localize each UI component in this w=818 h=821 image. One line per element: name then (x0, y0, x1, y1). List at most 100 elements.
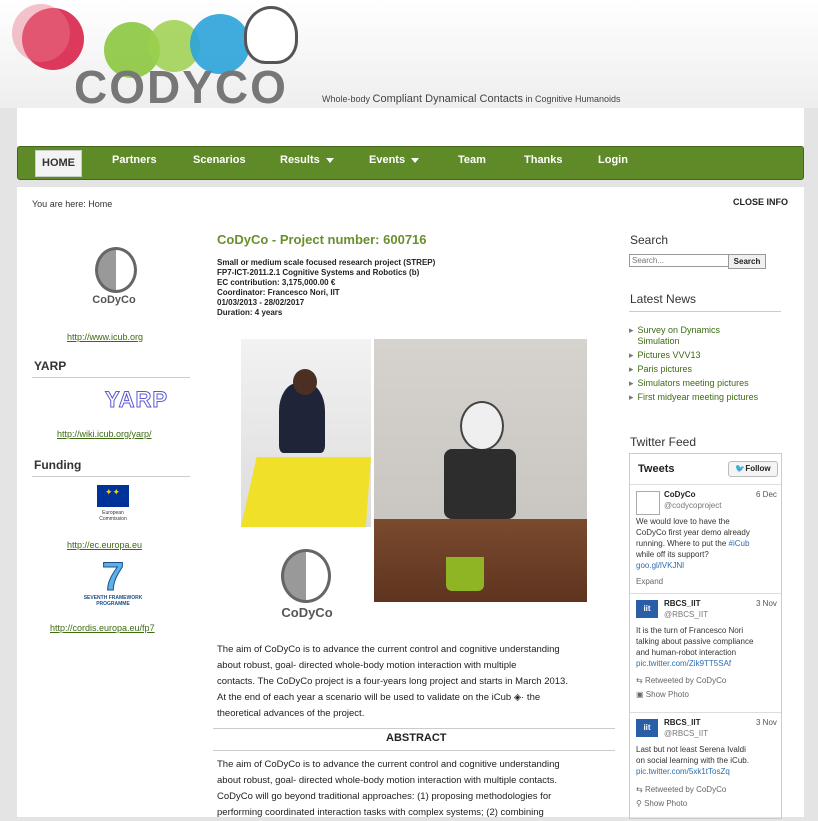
fp7-caption-2: PROGRAMME (96, 601, 130, 607)
breadcrumb: You are here: Home (32, 199, 112, 209)
green-mug (446, 557, 484, 591)
nav-results-label: Results (280, 154, 320, 166)
tagline-prefix: Whole-body (322, 94, 371, 104)
girl-head (293, 369, 317, 395)
show-photo-link[interactable]: ▣ Show Photo (636, 690, 689, 699)
news-list: ▸ Survey on Dynamics Simulation ▸ Pictures… (629, 325, 779, 403)
eu-caption-2: Commission (99, 516, 127, 522)
yellow-table (241, 457, 371, 527)
info-line: Coordinator: Francesco Nori, IIT (217, 288, 340, 297)
tweet-link[interactable]: pic.twitter.com/Zik9TT5SAf (636, 658, 778, 669)
search-heading: Search (630, 233, 669, 247)
bullet-arrow-icon: ▸ (629, 378, 634, 388)
tweet-line: talking about passive compliance (636, 637, 754, 646)
funding-heading: Funding (34, 458, 82, 472)
tweet-line: Last but not least Serena Ivaldi (636, 745, 746, 754)
expand-link[interactable]: Expand (636, 577, 663, 586)
abstract-line: performing coordinated interaction tasks… (217, 807, 544, 818)
icub-link[interactable]: http://www.icub.org (67, 332, 143, 342)
icub-logo-head (95, 247, 137, 293)
nav-results[interactable]: Results (280, 147, 334, 179)
retweet-icon: ⇆ (636, 676, 645, 685)
info-line: 01/03/2013 - 28/02/2017 (217, 298, 305, 307)
tweet-author[interactable]: RBCS_IIT (664, 718, 700, 727)
close-info-button[interactable]: CLOSE INFO (733, 197, 788, 207)
project-info: Small or medium scale focused research p… (217, 258, 435, 318)
info-line: Duration: 4 years (217, 308, 283, 317)
girl-photo (241, 339, 371, 527)
tweet-line: on social learning with the iCub. (636, 756, 749, 765)
nav-partners[interactable]: Partners (112, 147, 157, 179)
yarp-heading: YARP (34, 359, 67, 373)
photo-icon: ▣ (636, 690, 646, 699)
intro-line: At the end of each year a scenario will … (217, 692, 541, 703)
news-item[interactable]: ▸ Survey on Dynamics Simulation (629, 325, 779, 347)
codyco-logo-head (281, 549, 331, 603)
page-content: You are here: Home CLOSE INFO CoDyCo htt… (17, 187, 804, 819)
nav-home[interactable]: HOME (35, 150, 82, 177)
info-line: EC contribution: 3,175,000.00 € (217, 278, 336, 287)
tweet-line: It is the turn of Francesco Nori (636, 626, 744, 635)
yarp-logo: YARP (104, 387, 169, 413)
follow-button[interactable]: 🐦Follow (728, 461, 778, 477)
divider (32, 476, 190, 477)
divider (213, 728, 615, 729)
nav-login[interactable]: Login (598, 147, 628, 179)
intro-line-text: At the end of each year a scenario will … (217, 692, 512, 703)
tweets-header: Tweets 🐦Follow (630, 454, 781, 485)
nav-events[interactable]: Events (369, 147, 420, 179)
robot-photo (374, 339, 587, 602)
tweet-author[interactable]: RBCS_IIT (664, 599, 700, 608)
fp7-logo: 7 SEVENTH FRAMEWORK PROGRAMME (79, 555, 147, 611)
news-item[interactable]: ▸ Simulators meeting pictures (629, 378, 779, 389)
tweet-line: We would love to have the (636, 517, 730, 526)
hashtag-link[interactable]: #iCub (729, 539, 750, 548)
follow-label: Follow (745, 464, 771, 473)
avatar: iit (636, 600, 658, 618)
icub-logo-text: CoDyCo (92, 294, 136, 306)
retweet-label: Retweeted by CoDyCo (644, 676, 727, 685)
tweet-handle: @RBCS_IIT (664, 610, 709, 619)
breadcrumb-current: Home (88, 199, 113, 209)
tweet: CoDyCo 6 Dec @codycoproject We would lov… (630, 485, 781, 594)
retweet-label: Retweeted by CoDyCo (644, 785, 727, 794)
news-item[interactable]: ▸ Paris pictures (629, 364, 779, 375)
tweet-author[interactable]: CoDyCo (664, 490, 696, 499)
intro-line: about robust, goal- directed whole-body … (217, 660, 517, 671)
nav-thanks[interactable]: Thanks (524, 147, 563, 179)
fp7-link[interactable]: http://cordis.europa.eu/fp7 (50, 623, 155, 633)
site-tagline: Whole-body Compliant Dynamical Contacts … (322, 93, 621, 105)
logo-robot-head (244, 6, 298, 64)
info-line: FP7-ICT-2011.2.1 Cognitive Systems and R… (217, 268, 420, 277)
news-item[interactable]: ▸ First midyear meeting pictures (629, 392, 779, 403)
nav-team[interactable]: Team (458, 147, 486, 179)
main-menu: HOME Partners Scenarios Results Events T… (17, 146, 804, 180)
tweet-text: Last but not least Serena Ivaldi on soci… (636, 744, 778, 777)
news-item[interactable]: ▸ Pictures VVV13 (629, 350, 779, 361)
intro-text: The aim of CoDyCo is to advance the curr… (217, 642, 617, 722)
intro-line: contacts. The CoDyCo project is a four-y… (217, 676, 568, 687)
show-photo-link[interactable]: ⚲ Show Photo (636, 799, 687, 808)
bullet-arrow-icon: ▸ (629, 350, 634, 360)
tweet-line-text: running. Where to put the (636, 539, 727, 548)
retweet-note: ⇆ Retweeted by CoDyCo (636, 785, 726, 794)
search-button[interactable]: Search (728, 254, 766, 269)
chevron-down-icon (325, 157, 334, 163)
tweet-text: It is the turn of Francesco Nori talking… (636, 625, 778, 669)
codyco-logo-text: CoDyCo (281, 605, 333, 620)
breadcrumb-prefix: You are here: (32, 199, 86, 209)
yarp-link[interactable]: http://wiki.icub.org/yarp/ (57, 429, 152, 439)
search-input[interactable] (629, 254, 730, 267)
eu-link[interactable]: http://ec.europa.eu (67, 540, 142, 550)
tweet-line: while off its support? (636, 550, 709, 559)
fp7-numeral: 7 (101, 555, 125, 599)
news-item-label: Simulators meeting pictures (637, 378, 749, 388)
nav-scenarios[interactable]: Scenarios (193, 147, 246, 179)
tweet-line: and human-robot interaction (636, 648, 737, 657)
logo-circle-pink (12, 4, 70, 62)
intro-line: The aim of CoDyCo is to advance the curr… (217, 644, 560, 655)
tweet-link[interactable]: goo.gl/lVKJNl (636, 560, 778, 571)
tweet-link[interactable]: pic.twitter.com/5xk1tTosZq (636, 766, 778, 777)
eu-logo: ✦✦ European Commission (89, 485, 137, 529)
show-photo-label: Show Photo (645, 690, 689, 699)
